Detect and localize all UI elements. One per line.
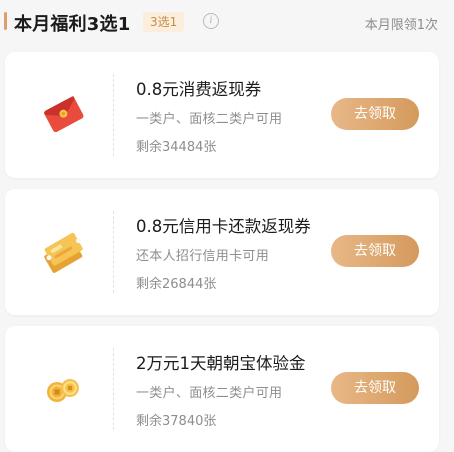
- claim-button[interactable]: 去领取: [331, 235, 419, 267]
- coupon-eligibility: 还本人招行信用卡可用: [136, 249, 270, 264]
- coupon-eligibility: 一类户、面核二类户可用: [136, 112, 283, 127]
- section-header: 本月福利3选1 3选1 i 本月限领1次: [0, 0, 454, 44]
- claim-button[interactable]: 去领取: [331, 98, 419, 130]
- coupon-card: 0.8元消费返现券 一类户、面核二类户可用 剩余34484张 去领取: [5, 52, 439, 178]
- coupon-title: 2万元1天朝朝宝体验金: [136, 354, 306, 373]
- info-icon[interactable]: i: [203, 13, 219, 29]
- red-envelope-icon: [35, 87, 91, 143]
- coupon-card: 2万元1天朝朝宝体验金 一类户、面核二类户可用 剩余37840张 去领取: [5, 326, 439, 452]
- gold-coins-icon: [35, 361, 91, 417]
- header-accent-bar: [4, 12, 7, 30]
- coupon-remaining: 剩余37840张: [136, 414, 217, 429]
- section-title: 本月福利3选1: [14, 14, 131, 35]
- coupon-remaining: 剩余34484张: [136, 140, 217, 155]
- choose-badge: 3选1: [143, 12, 185, 32]
- coupon-remaining: 剩余26844张: [136, 277, 217, 292]
- coupon-title: 0.8元消费返现券: [136, 80, 262, 99]
- gold-coupon-icon: [35, 224, 91, 280]
- monthly-limit-text: 本月限领1次: [364, 18, 438, 33]
- card-divider: [113, 211, 114, 293]
- card-divider: [113, 348, 114, 430]
- coupon-eligibility: 一类户、面核二类户可用: [136, 386, 283, 401]
- claim-button[interactable]: 去领取: [331, 372, 419, 404]
- coupon-card: 0.8元信用卡还款返现券 还本人招行信用卡可用 剩余26844张 去领取: [5, 189, 439, 315]
- card-divider: [113, 74, 114, 156]
- coupon-title: 0.8元信用卡还款返现券: [136, 217, 311, 236]
